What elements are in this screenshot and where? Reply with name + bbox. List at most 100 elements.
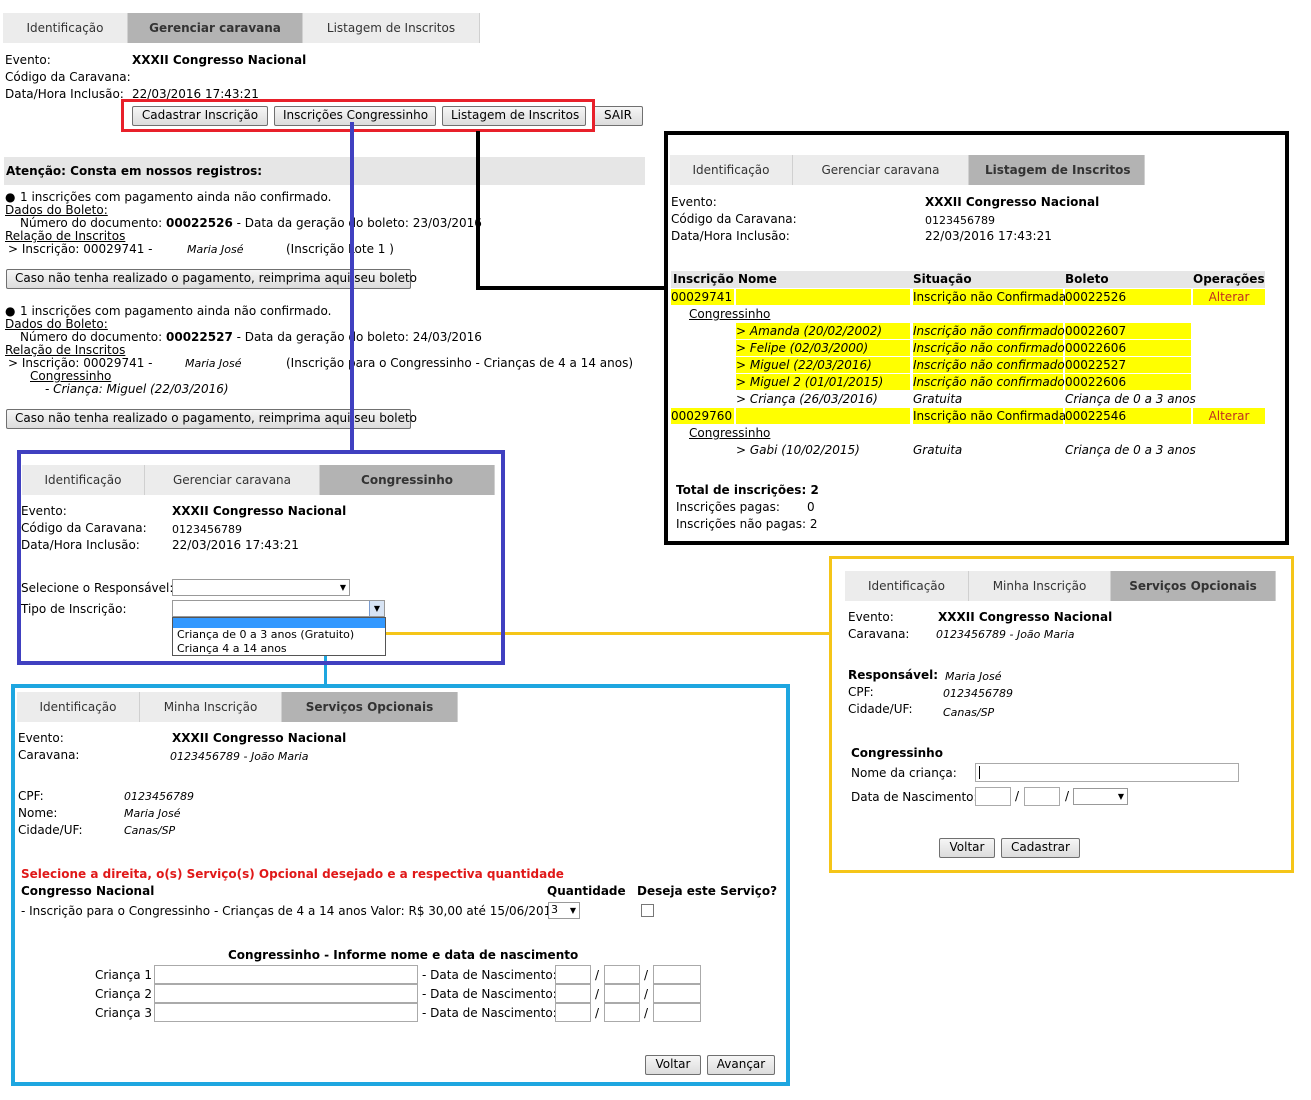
option-0-3-anos[interactable]: Criança de 0 a 3 anos (Gratuito): [173, 628, 385, 642]
chevron-down-icon: ▼: [339, 583, 346, 592]
dados-boleto-link-2[interactable]: Dados do Boleto:: [5, 317, 108, 331]
ano-input[interactable]: [653, 984, 701, 1003]
tab-gerenciar-caravana[interactable]: Gerenciar caravana: [128, 13, 303, 43]
row-boleto: 00022527: [1065, 357, 1191, 373]
congressinho-tabs: Identificação Gerenciar caravana Congres…: [22, 465, 495, 495]
congressinho-link[interactable]: Congressinho: [689, 306, 770, 323]
tab-servicos-opcionais[interactable]: Serviços Opcionais: [1111, 571, 1276, 601]
child-name: > Criança (26/03/2016): [736, 392, 878, 406]
option-4-14-anos[interactable]: Criança 4 a 14 anos: [173, 642, 385, 655]
data-label: Data/Hora Inclusão:: [21, 538, 140, 552]
tipo-dropdown-list: Criança de 0 a 3 anos (Gratuito) Criança…: [172, 617, 386, 656]
date-separator: /: [644, 968, 649, 982]
row-nome: [736, 408, 910, 424]
data-value: 22/03/2016 17:43:21: [172, 538, 299, 552]
chevron-down-icon: ▼: [569, 906, 576, 915]
dia-input[interactable]: [975, 787, 1011, 806]
cidade-value: Canas/SP: [943, 706, 995, 719]
bullet-icon: ●: [5, 190, 16, 204]
relacao-link-1[interactable]: Relação de Inscritos: [5, 229, 125, 243]
tipo-select[interactable]: ▼: [172, 600, 385, 617]
congressinho-link[interactable]: Congressinho: [30, 369, 111, 383]
evento-label: Evento:: [5, 53, 51, 67]
ano-input[interactable]: [653, 965, 701, 984]
nascimento-label: - Data de Nascimento:: [422, 987, 557, 1001]
tab-identificacao[interactable]: Identificação: [17, 692, 140, 722]
voltar-button[interactable]: Voltar: [645, 1055, 701, 1075]
dia-input[interactable]: [555, 1003, 591, 1022]
red-highlight-frame: [121, 99, 595, 132]
row-boleto: 00022526: [1065, 289, 1191, 305]
tab-identificacao[interactable]: Identificação: [670, 155, 793, 185]
mes-input[interactable]: [1024, 787, 1060, 806]
row-boleto: Criança de 0 a 3 anos: [1065, 443, 1196, 457]
row-situacao: Gratuita: [913, 392, 963, 406]
alterar-link[interactable]: Alterar: [1193, 408, 1265, 424]
deseja-servico-checkbox[interactable]: [641, 904, 654, 917]
mes-input[interactable]: [604, 1003, 640, 1022]
instrucao-text: Selecione a direita, o(s) Serviço(s) Opc…: [21, 867, 564, 881]
tab-congressinho[interactable]: Congressinho: [320, 465, 495, 495]
pending-text-2: 1 inscrições com pagamento ainda não con…: [20, 304, 332, 318]
child-name: > Amanda (20/02/2002): [736, 323, 910, 339]
inscricao-type-2: (Inscrição para o Congressinho - Criança…: [286, 356, 633, 370]
relacao-link-2[interactable]: Relação de Inscritos: [5, 343, 125, 357]
crianca-label: Criança 2: [95, 987, 153, 1001]
row-boleto: 00022606: [1065, 340, 1191, 356]
col-operacoes: Operações: [1193, 272, 1265, 286]
col-nome: Nome: [738, 272, 777, 286]
tab-listagem-inscritos[interactable]: Listagem de Inscritos: [303, 13, 480, 43]
ano-select[interactable]: ▼: [1073, 788, 1128, 805]
tab-gerenciar-caravana[interactable]: Gerenciar caravana: [145, 465, 320, 495]
tab-identificacao[interactable]: Identificação: [3, 13, 128, 43]
congressinho-link[interactable]: Congressinho: [689, 425, 770, 442]
codigo-label: Código da Caravana:: [671, 212, 797, 226]
quantidade-select[interactable]: 3 ▼: [548, 902, 580, 919]
alterar-link[interactable]: Alterar: [1193, 289, 1265, 305]
crianca-nome-input[interactable]: [154, 1003, 418, 1022]
nascimento-label: - Data de Nascimento:: [422, 968, 557, 982]
crianca-nome-input[interactable]: [154, 984, 418, 1003]
chevron-down-icon[interactable]: ▼: [369, 601, 384, 616]
table-row: Congressinho: [671, 425, 1265, 442]
cadastrar-button[interactable]: Cadastrar: [1001, 838, 1080, 858]
doc-line-2: Número do documento: 00022527 - Data da …: [20, 330, 482, 344]
child-name: > Gabi (10/02/2015): [736, 443, 860, 457]
dia-input[interactable]: [555, 984, 591, 1003]
tab-identificacao[interactable]: Identificação: [845, 571, 969, 601]
table-row: > Felipe (02/03/2000) Inscrição não confi…: [671, 340, 1265, 357]
crianca-nome-input[interactable]: [154, 965, 418, 984]
responsavel-select[interactable]: ▼: [172, 579, 350, 596]
tab-minha-inscricao[interactable]: Minha Inscrição: [969, 571, 1111, 601]
col-situacao: Situação: [913, 272, 972, 286]
voltar-button[interactable]: Voltar: [939, 838, 995, 858]
tab-identificacao[interactable]: Identificação: [22, 465, 145, 495]
total-label: Total de inscrições: 2: [676, 483, 819, 497]
sair-button[interactable]: SAIR: [593, 106, 643, 126]
tab-gerenciar-caravana[interactable]: Gerenciar caravana: [793, 155, 969, 185]
table-row: 00029741 Inscrição não Confirmada 00022526…: [671, 289, 1265, 306]
tipo-label: Tipo de Inscrição:: [21, 602, 127, 616]
ano-input[interactable]: [653, 1003, 701, 1022]
nome-crianca-input[interactable]: [975, 763, 1239, 782]
dia-input[interactable]: [555, 965, 591, 984]
naopagas-label: Inscrições não pagas: 2: [676, 517, 818, 531]
dados-boleto-link-1[interactable]: Dados do Boleto:: [5, 203, 108, 217]
pagas-label: Inscrições pagas:: [676, 500, 780, 514]
evento-label: Evento:: [21, 504, 67, 518]
mes-input[interactable]: [604, 984, 640, 1003]
tab-servicos-opcionais[interactable]: Serviços Opcionais: [282, 692, 458, 722]
row-situacao: Gratuita: [913, 443, 963, 457]
inscricao-type-1: (Inscrição Lote 1 ): [286, 242, 394, 256]
tab-listagem-inscritos[interactable]: Listagem de Inscritos: [969, 155, 1145, 185]
indigo-connector: [350, 122, 354, 452]
responsavel-value: Maria José: [945, 670, 1002, 683]
tab-minha-inscricao[interactable]: Minha Inscrição: [140, 692, 282, 722]
inscricao-line-2: > Inscrição: 00029741 -: [8, 356, 153, 370]
avancar-button[interactable]: Avançar: [707, 1055, 775, 1075]
dropdown-selected-empty[interactable]: [173, 618, 385, 628]
data-label: Data/Hora Inclusão:: [671, 229, 790, 243]
caravana-label: Caravana:: [848, 627, 910, 641]
evento-value: XXXII Congresso Nacional: [938, 610, 1113, 624]
mes-input[interactable]: [604, 965, 640, 984]
